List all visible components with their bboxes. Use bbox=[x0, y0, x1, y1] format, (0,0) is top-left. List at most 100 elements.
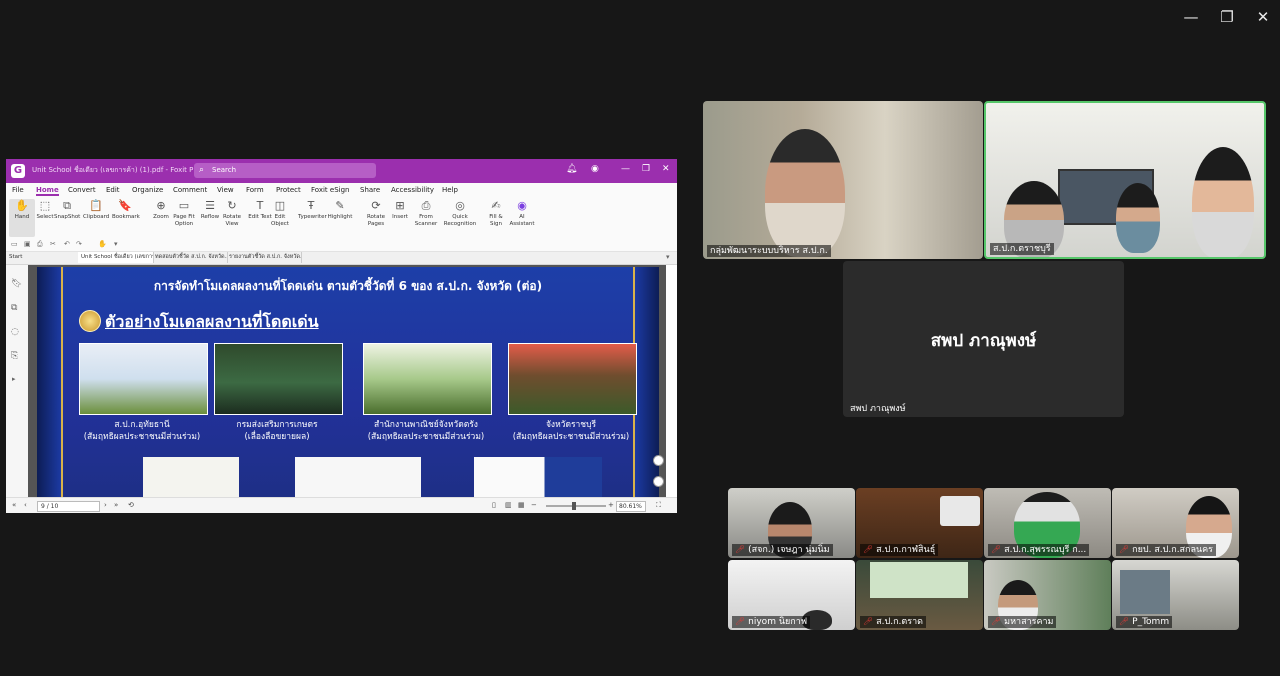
video-tile-grid-3[interactable]: 🎤︎ ส.ป.ก.สุพรรณบุรี ก... bbox=[984, 488, 1111, 558]
search-input[interactable]: ⌕ Search bbox=[194, 163, 376, 178]
video-tile-grid-6[interactable]: 🎤︎ ส.ป.ก.ตราด bbox=[856, 560, 983, 630]
document-view[interactable]: การจัดทำโมเดลผลงานที่โดดเด่น ตามตัวชี้วั… bbox=[28, 265, 666, 497]
clipboard-button[interactable]: 📋 Clipboard bbox=[83, 199, 109, 221]
video-tile-grid-5[interactable]: 🎤︎ niyom นิยกาฟ bbox=[728, 560, 855, 630]
fill-sign-button[interactable]: ✍ Fill & Sign bbox=[483, 199, 509, 228]
fullscreen-icon[interactable]: ⛶ bbox=[656, 501, 661, 510]
account-icon[interactable]: ◉ bbox=[591, 164, 599, 174]
tab-doc-1[interactable]: Unit School ชื่อเดียว (เลขการค้า) (1) bbox=[78, 252, 154, 263]
edit-object-button[interactable]: ◫ Edit Object bbox=[267, 199, 293, 228]
minimize-button[interactable]: — bbox=[1180, 8, 1202, 26]
open-icon[interactable]: ▭ bbox=[11, 240, 18, 248]
example-image-7 bbox=[474, 457, 602, 497]
zoom-out-icon[interactable]: − bbox=[531, 501, 537, 509]
typewriter-button[interactable]: Ŧ Typewriter bbox=[298, 199, 327, 221]
menu-home[interactable]: Home bbox=[36, 186, 59, 196]
insert-button[interactable]: ⊞ Insert bbox=[387, 199, 413, 221]
menu-comment[interactable]: Comment bbox=[173, 186, 207, 194]
close-button[interactable]: ✕ bbox=[1252, 8, 1274, 26]
page-fit-option-button[interactable]: ▭ Page Fit Option bbox=[171, 199, 197, 228]
participant-name: 🎤︎ (สจก.) เจษฎา นุ่มนิ่ม bbox=[732, 544, 833, 556]
video-tile-2-active-speaker[interactable]: ส.ป.ก.ตราชบุรี bbox=[984, 101, 1266, 259]
menu-protect[interactable]: Protect bbox=[276, 186, 301, 194]
from-scanner-button[interactable]: ⎙ From Scanner bbox=[413, 199, 439, 228]
button-label: Rotate View bbox=[222, 214, 241, 227]
participant-name: ส.ป.ก.ตราชบุรี bbox=[990, 243, 1054, 255]
menu-organize[interactable]: Organize bbox=[132, 186, 163, 194]
single-page-icon[interactable]: ▯ bbox=[492, 501, 496, 509]
menu-view[interactable]: View bbox=[217, 186, 234, 194]
menu-help[interactable]: Help bbox=[442, 186, 458, 194]
typewriter-icon: Ŧ bbox=[307, 199, 315, 212]
page-number-input[interactable]: 9 / 10 bbox=[37, 501, 100, 512]
mic-muted-icon: 🎤︎ bbox=[863, 545, 874, 554]
last-page-icon[interactable]: » bbox=[114, 501, 118, 509]
medal-icon bbox=[79, 310, 101, 332]
button-label: SnapShot bbox=[54, 214, 81, 220]
ai-assistant-button[interactable]: ◉ AI Assistant bbox=[509, 199, 535, 228]
comments-panel-icon[interactable]: ◌ bbox=[11, 327, 19, 337]
continuous-icon[interactable]: ▥ bbox=[505, 501, 512, 509]
maximize-button[interactable]: ❐ bbox=[1216, 8, 1238, 26]
redo-icon[interactable]: ↷ bbox=[76, 240, 82, 248]
tab-dropdown-icon[interactable]: ▾ bbox=[666, 253, 670, 261]
quick-recognition-button[interactable]: ◎ Quick Recognition bbox=[441, 199, 479, 228]
tab-start[interactable]: Start bbox=[6, 252, 80, 263]
next-page-icon[interactable]: › bbox=[104, 501, 107, 509]
rotate-pages-button[interactable]: ⟳ Rotate Pages bbox=[363, 199, 389, 228]
bookmark-button[interactable]: 🔖 Bookmark bbox=[112, 199, 140, 221]
ribbon-toolbar: ✋ Hand ⬚ Select ⧉ SnapShot 📋 Clipboard 🔖 Bookmark… bbox=[6, 197, 677, 240]
window-minimize-icon[interactable]: — bbox=[621, 164, 630, 174]
prev-page-icon[interactable]: ‹ bbox=[24, 501, 27, 509]
button-label: Edit Object bbox=[271, 214, 289, 227]
undo-icon[interactable]: ↶ bbox=[64, 240, 70, 248]
menu-accessibility[interactable]: Accessibility bbox=[391, 186, 434, 194]
video-tile-grid-1[interactable]: 🎤︎ (สจก.) เจษฎา นุ่มนิ่ม bbox=[728, 488, 855, 558]
hand-tool-icon[interactable]: ✋ bbox=[98, 240, 107, 248]
pages-panel-icon[interactable]: ⧉ bbox=[11, 303, 17, 313]
participant-name: 🎤︎ กยป. ส.ป.ก.สกลนคร bbox=[1116, 544, 1217, 556]
window-close-icon[interactable]: ✕ bbox=[662, 164, 670, 174]
cut-icon[interactable]: ✂ bbox=[50, 240, 56, 248]
attachments-panel-icon[interactable]: ⎘ bbox=[11, 351, 18, 361]
window-restore-icon[interactable]: ❐ bbox=[642, 164, 650, 174]
video-tile-camera-off[interactable]: สพป ภาณุพงษ์ สพป ภาณุพงษ์ bbox=[843, 261, 1124, 417]
slide-title: การจัดทำโมเดลผลงานที่โดดเด่น ตามตัวชี้วั… bbox=[153, 279, 543, 293]
video-tile-grid-4[interactable]: 🎤︎ กยป. ส.ป.ก.สกลนคร bbox=[1112, 488, 1239, 558]
zoom-in-icon[interactable]: + bbox=[608, 501, 614, 509]
menu-form[interactable]: Form bbox=[246, 186, 264, 194]
menu-convert[interactable]: Convert bbox=[68, 186, 96, 194]
mic-muted-icon: 🎤︎ bbox=[991, 617, 1002, 626]
zoom-slider[interactable] bbox=[546, 505, 606, 507]
menu-edit[interactable]: Edit bbox=[106, 186, 120, 194]
print-icon[interactable]: ⎙ bbox=[37, 240, 43, 249]
snapshot-icon: ⧉ bbox=[63, 199, 71, 212]
bell-icon[interactable]: 🔔︎ bbox=[566, 164, 577, 174]
example-image-4 bbox=[508, 343, 637, 415]
two-page-icon[interactable]: ▦ bbox=[518, 501, 525, 509]
highlight-icon: ✎ bbox=[335, 199, 345, 212]
video-tile-grid-8[interactable]: 🎤︎ P_Tomm bbox=[1112, 560, 1239, 630]
rotate-view-button[interactable]: ↻ Rotate View bbox=[219, 199, 245, 228]
video-tile-grid-7[interactable]: 🎤︎ มหาสารคาม bbox=[984, 560, 1111, 630]
menu-share[interactable]: Share bbox=[360, 186, 380, 194]
save-icon[interactable]: ▣ bbox=[24, 240, 31, 248]
rotate-page-icon[interactable]: ⟲ bbox=[128, 501, 134, 509]
participant-name: สพป ภาณุพงษ์ bbox=[850, 404, 906, 414]
zoom-level[interactable]: 80.61% bbox=[616, 501, 646, 512]
ai-assistant-icon: ◉ bbox=[517, 199, 527, 212]
first-page-icon[interactable]: « bbox=[12, 501, 16, 509]
video-tile-1[interactable]: กลุ่มพัฒนาระบบบริหาร ส.ป.ก. bbox=[703, 101, 983, 259]
page-nav-controls[interactable] bbox=[653, 455, 664, 501]
customize-icon[interactable]: ▾ bbox=[114, 240, 118, 248]
bookmark-panel-icon[interactable]: 🔖︎ bbox=[11, 279, 22, 289]
expand-panel-icon[interactable]: ▸ bbox=[12, 375, 16, 383]
highlight-button[interactable]: ✎ Highlight bbox=[327, 199, 353, 221]
tab-doc-2[interactable]: ทดสอบตัวชี้วัด ส.ป.ก. จังหวัด... bbox=[152, 252, 228, 263]
menu-foxit-esign[interactable]: Foxit eSign bbox=[311, 186, 349, 194]
snapshot-button[interactable]: ⧉ SnapShot bbox=[54, 199, 80, 221]
menu-file[interactable]: File bbox=[12, 186, 24, 194]
video-tile-grid-2[interactable]: 🎤︎ ส.ป.ก.กาฬสินธุ์ bbox=[856, 488, 983, 558]
zoom-slider-thumb[interactable] bbox=[572, 502, 576, 510]
tab-doc-3[interactable]: รายงานตัวชี้วัด ส.ป.ก. จังหวัด... bbox=[226, 252, 302, 263]
